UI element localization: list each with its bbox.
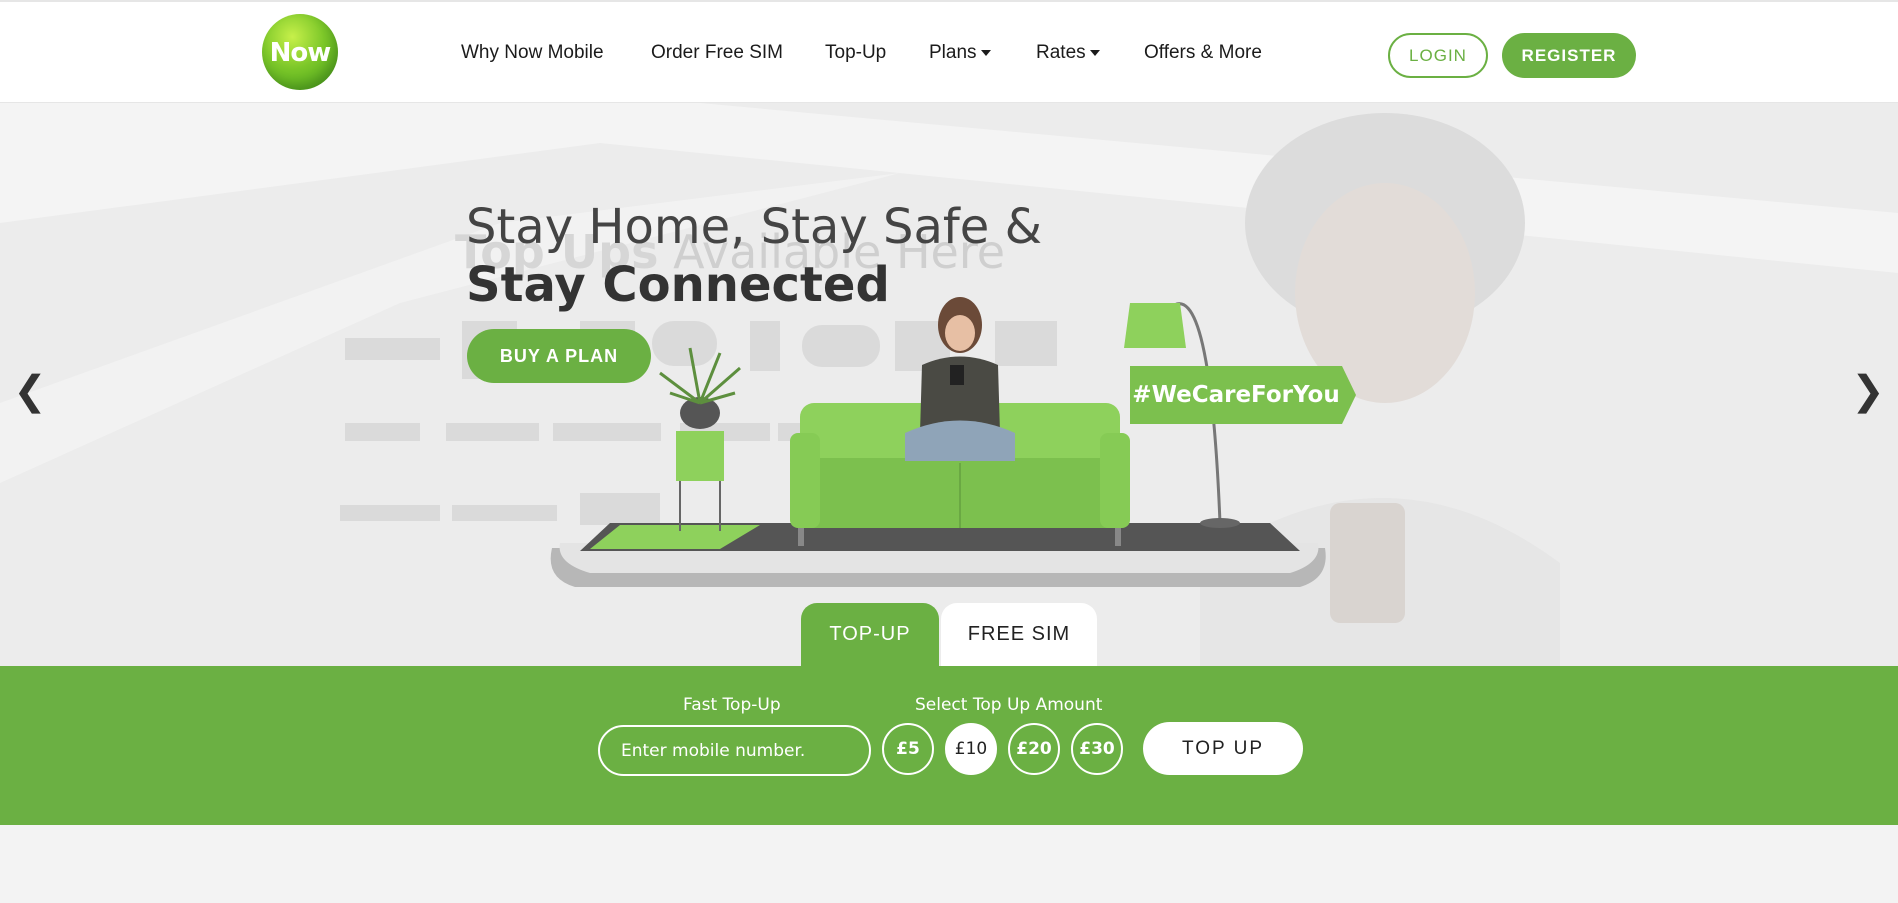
nav-plans-label: Plans [929, 42, 977, 63]
now-mobile-logo[interactable]: Now [262, 14, 338, 90]
top-up-submit-button[interactable]: TOP UP [1143, 722, 1303, 775]
select-amount-label: Select Top Up Amount [915, 695, 1103, 715]
hero-carousel: Top Ups Available Here Stay Home, Stay S… [0, 103, 1898, 666]
tab-free-sim[interactable]: FREE SIM [941, 603, 1097, 666]
amount-option-30[interactable]: £30 [1071, 723, 1123, 775]
nav-order-free-sim[interactable]: Order Free SIM [651, 42, 783, 66]
caret-down-icon [1089, 49, 1100, 56]
amount-option-5[interactable]: £5 [882, 723, 934, 775]
nav-plans[interactable]: Plans [929, 42, 991, 66]
nav-offers-and-more[interactable]: Offers & More [1144, 42, 1262, 66]
top-up-panel: Fast Top-Up Select Top Up Amount £5 £10 … [0, 666, 1898, 825]
tab-top-up[interactable]: TOP-UP [801, 603, 939, 666]
hashtag-banner: #WeCareForYou [1130, 366, 1342, 424]
buy-a-plan-button[interactable]: BUY A PLAN [467, 329, 651, 383]
nav-rates[interactable]: Rates [1036, 42, 1100, 66]
mobile-number-input[interactable] [598, 725, 871, 776]
hero-title-line1: Stay Home, Stay Safe & [466, 199, 1042, 255]
carousel-prev-arrow-icon[interactable]: ❮ [10, 366, 50, 416]
site-header: Now Why Now Mobile Order Free SIM Top-Up… [0, 0, 1898, 103]
hero-title-line2: Stay Connected [466, 257, 890, 313]
hero-illustration [0, 103, 1898, 666]
nav-rates-label: Rates [1036, 42, 1086, 63]
caret-down-icon [980, 49, 991, 56]
carousel-next-arrow-icon[interactable]: ❯ [1848, 366, 1888, 416]
fast-top-up-label: Fast Top-Up [683, 695, 781, 715]
nav-top-up[interactable]: Top-Up [825, 42, 886, 66]
amount-option-10[interactable]: £10 [945, 723, 997, 775]
nav-why-now-mobile[interactable]: Why Now Mobile [461, 42, 604, 66]
amount-option-20[interactable]: £20 [1008, 723, 1060, 775]
login-button[interactable]: LOGIN [1388, 33, 1488, 78]
logo-text: Now [269, 38, 332, 68]
register-button[interactable]: REGISTER [1502, 33, 1636, 78]
